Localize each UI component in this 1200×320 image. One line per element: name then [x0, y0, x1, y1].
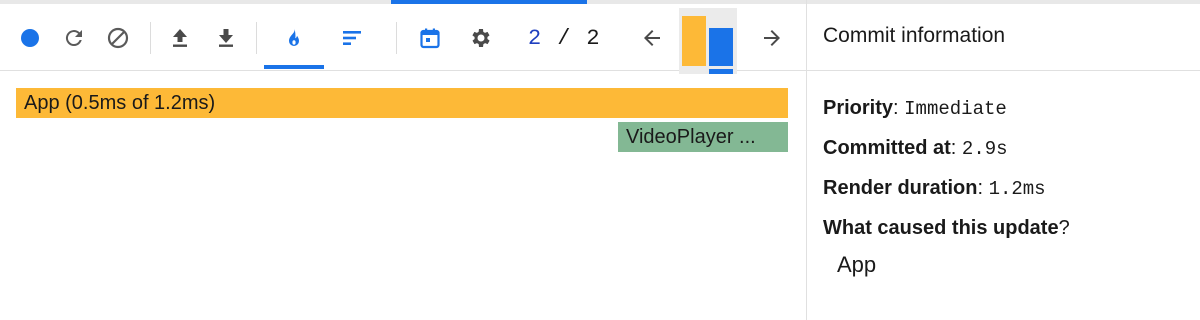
update-cause-suffix: ? — [1058, 217, 1070, 239]
flamegraph-node-app[interactable]: App (0.5ms of 1.2ms) — [16, 88, 788, 118]
timeline-tab[interactable] — [416, 22, 444, 54]
profiler-pane: 2 / 2 App (0.5ms of 1.2ms) VideoPlayer .… — [0, 0, 806, 320]
clear-icon — [107, 27, 129, 49]
clear-profiling-button[interactable] — [104, 22, 132, 54]
ranked-chart-tab[interactable] — [338, 22, 366, 54]
render-duration-label: Render duration — [823, 177, 978, 199]
commit-bar-2[interactable] — [709, 28, 733, 66]
flamegraph-tab[interactable] — [280, 22, 308, 54]
update-cause-label: What caused this update — [823, 217, 1059, 239]
flamegraph-icon — [289, 28, 299, 46]
commit-index: 2 — [528, 25, 542, 51]
record-button[interactable] — [16, 22, 44, 54]
commit-info-details: Priority: Immediate Committed at: 2.9s R… — [823, 88, 1193, 282]
profiler-toolbar: 2 / 2 — [0, 4, 806, 74]
arrow-right-icon — [764, 30, 780, 46]
record-icon — [21, 29, 39, 47]
timeline-icon — [420, 28, 440, 49]
settings-icon — [472, 29, 490, 47]
render-duration-row: Render duration: 1.2ms — [823, 177, 1046, 200]
priority-label: Priority — [823, 97, 894, 119]
commit-info-title: Commit information — [823, 24, 1006, 47]
commit-separator: / — [557, 25, 571, 51]
commit-info-header: Commit information — [807, 4, 1200, 71]
flamegraph-node-videoplayer[interactable]: VideoPlayer ... — [618, 122, 788, 152]
update-cause-item[interactable]: App — [837, 248, 1193, 282]
toolbar-separator — [256, 22, 257, 54]
ranked-icon — [343, 31, 361, 45]
active-tab-underline — [264, 65, 324, 69]
profiler-settings-button[interactable] — [466, 22, 494, 54]
reload-and-profile-button[interactable] — [60, 22, 88, 54]
commit-selector — [679, 8, 737, 74]
next-commit-button[interactable] — [758, 22, 786, 54]
commit-counter: 2 / 2 — [528, 22, 624, 54]
download-icon — [219, 29, 233, 47]
save-profile-button[interactable] — [212, 22, 240, 54]
priority-value: Immediate — [904, 98, 1007, 120]
render-duration-value: 1.2ms — [988, 178, 1046, 200]
commit-info-panel: Commit information Priority: Immediate C… — [806, 0, 1200, 320]
committed-at-value: 2.9s — [961, 138, 1008, 160]
toolbar-separator — [396, 22, 397, 54]
committed-at-row: Committed at: 2.9s — [823, 137, 1008, 160]
flamegraph-chart: App (0.5ms of 1.2ms) VideoPlayer ... — [0, 72, 806, 320]
toolbar-separator — [150, 22, 151, 54]
arrow-left-icon — [644, 30, 660, 46]
commit-total: 2 — [586, 25, 600, 51]
reload-icon — [65, 30, 82, 47]
load-profile-button[interactable] — [166, 22, 194, 54]
upload-icon — [173, 29, 187, 47]
priority-row: Priority: Immediate — [823, 97, 1007, 120]
update-cause-heading: What caused this update? — [823, 208, 1193, 248]
committed-at-label: Committed at — [823, 137, 951, 159]
commit-bar-1[interactable] — [682, 16, 706, 66]
previous-commit-button[interactable] — [638, 22, 666, 54]
